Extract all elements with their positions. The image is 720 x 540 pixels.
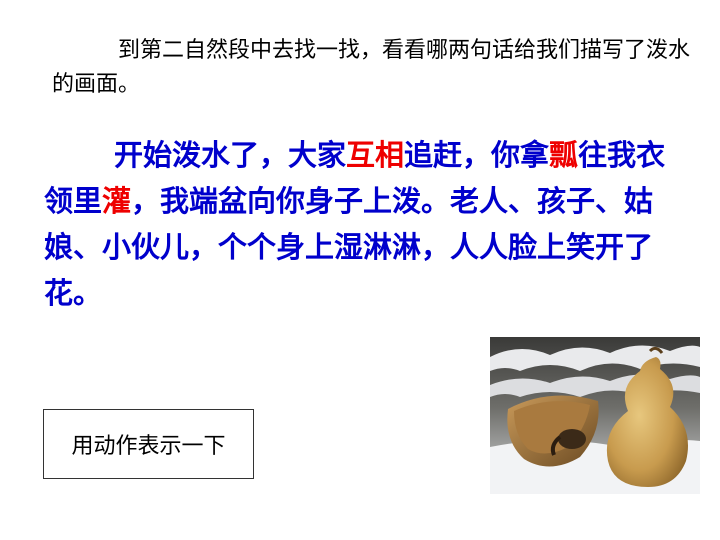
action-prompt-box[interactable]: 用动作表示一下 bbox=[43, 409, 254, 479]
passage-segment-1: 开始泼水了，大家 bbox=[114, 138, 347, 172]
action-prompt-label: 用动作表示一下 bbox=[71, 434, 226, 459]
passage-paragraph: 开始泼水了，大家互相追赶，你拿瓢往我衣领里灌，我端盆向你身子上泼。老人、孩子、姑… bbox=[44, 132, 674, 316]
passage-segment-4: ，我端盆向你身子上泼。老人、孩子、姑娘、小伙儿，个个身上湿淋淋，人人脸上笑开了花… bbox=[44, 184, 654, 310]
gourd-illustration bbox=[490, 337, 700, 494]
instruction-text: 到第二自然段中去找一找，看看哪两句话给我们描写了泼水的画面。 bbox=[52, 38, 691, 97]
slide: 到第二自然段中去找一找，看看哪两句话给我们描写了泼水的画面。 开始泼水了，大家互… bbox=[0, 0, 720, 540]
highlight-huxiang: 互相 bbox=[346, 138, 405, 172]
gourd-photo bbox=[490, 337, 700, 494]
highlight-guan: 灌 bbox=[102, 184, 132, 218]
highlight-piao: 瓢 bbox=[549, 138, 579, 172]
passage-segment-2: 追赶，你拿 bbox=[404, 138, 550, 172]
